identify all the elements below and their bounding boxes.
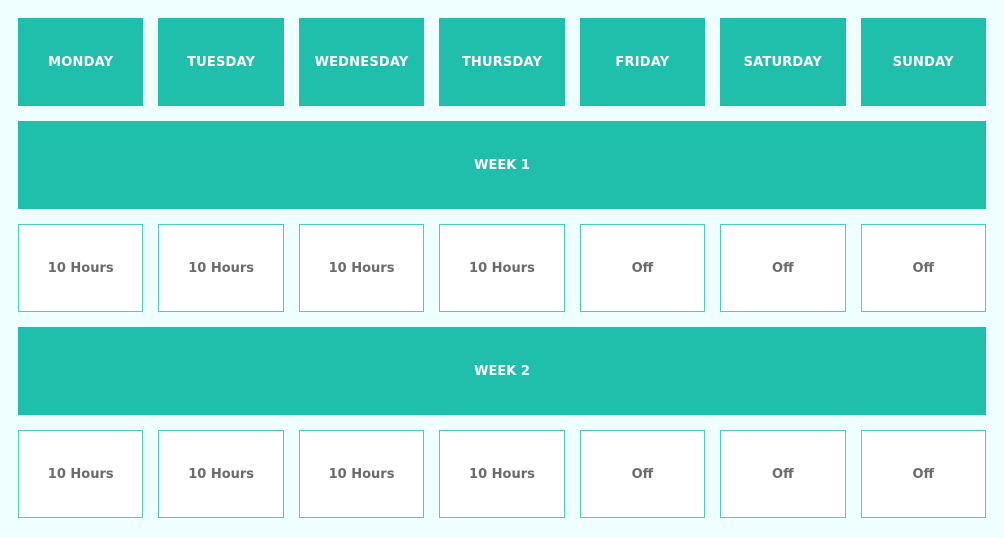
week-1-row: 10 Hours 10 Hours 10 Hours 10 Hours Off … [18, 224, 986, 312]
week-2-row: 10 Hours 10 Hours 10 Hours 10 Hours Off … [18, 430, 986, 518]
day-header-thursday: THURSDAY [439, 18, 565, 106]
day-header-saturday: SATURDAY [720, 18, 846, 106]
schedule-grid: MONDAY TUESDAY WEDNESDAY THURSDAY FRIDAY… [18, 18, 986, 533]
week-1-saturday-cell: Off [720, 224, 846, 312]
week-1-thursday-cell: 10 Hours [439, 224, 565, 312]
day-header-row: MONDAY TUESDAY WEDNESDAY THURSDAY FRIDAY… [18, 18, 986, 106]
day-header-monday: MONDAY [18, 18, 144, 106]
week-2-wednesday-cell: 10 Hours [298, 430, 425, 518]
day-header-tuesday: TUESDAY [158, 18, 284, 106]
week-2-friday-cell: Off [579, 430, 706, 518]
week-1-tuesday-cell: 10 Hours [158, 224, 284, 312]
day-header-friday: FRIDAY [579, 18, 706, 106]
day-header-sunday: SUNDAY [860, 18, 986, 106]
week-1-sunday-cell: Off [860, 224, 986, 312]
week-2-saturday-cell: Off [720, 430, 846, 518]
week-1-banner: WEEK 1 [18, 121, 986, 209]
week-2-sunday-cell: Off [860, 430, 986, 518]
week-2-monday-cell: 10 Hours [18, 430, 144, 518]
week-2-thursday-cell: 10 Hours [439, 430, 565, 518]
week-1-wednesday-cell: 10 Hours [298, 224, 425, 312]
week-1-friday-cell: Off [579, 224, 706, 312]
week-2-banner: WEEK 2 [18, 327, 986, 415]
week-1-monday-cell: 10 Hours [18, 224, 144, 312]
day-header-wednesday: WEDNESDAY [298, 18, 425, 106]
week-2-tuesday-cell: 10 Hours [158, 430, 284, 518]
